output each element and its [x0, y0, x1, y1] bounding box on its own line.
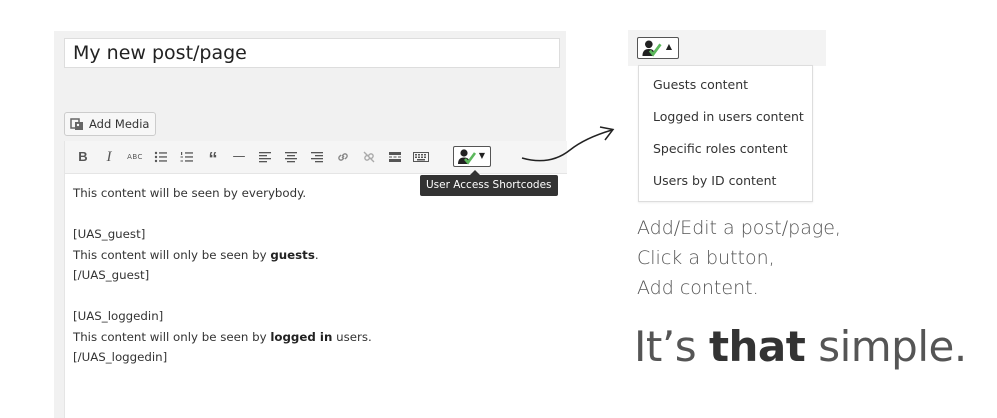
insert-link-button[interactable]	[335, 147, 351, 167]
numbered-list-button[interactable]	[179, 147, 195, 167]
chevron-down-icon: ▼	[478, 151, 485, 160]
post-title-input[interactable]: My new post/page	[64, 38, 560, 68]
content-line: [/UAS_loggedin]	[73, 350, 168, 364]
step-line: Add/Edit a post/page,	[637, 217, 841, 239]
bullet-list-button[interactable]	[153, 147, 169, 167]
numbered-list-icon	[180, 152, 193, 162]
tooltip: User Access Shortcodes	[420, 170, 558, 196]
curved-arrow-icon	[521, 126, 615, 162]
steps-text: Add/Edit a post/page, Click a button, Ad…	[637, 213, 841, 303]
add-media-button[interactable]: Add Media	[64, 112, 157, 136]
strikethrough-button[interactable]: ABC	[127, 147, 143, 167]
align-center-icon	[285, 152, 297, 163]
read-more-button[interactable]	[387, 147, 403, 167]
content-line: [UAS_guest]	[73, 227, 146, 241]
content-line: [/UAS_guest]	[73, 268, 150, 282]
step-line: Click a button,	[637, 247, 775, 269]
align-right-button[interactable]	[309, 147, 325, 167]
menu-item-users-by-id-content[interactable]: Users by ID content	[653, 173, 776, 188]
read-more-icon	[389, 152, 401, 162]
editor-toolbar: B I ABC “ — ▼	[65, 141, 567, 174]
horizontal-line-button[interactable]: —	[231, 147, 247, 167]
menu-item-guests-content[interactable]: Guests content	[653, 77, 748, 92]
toolbar-toggle-button[interactable]	[413, 147, 429, 167]
media-icon	[70, 117, 84, 131]
user-access-shortcodes-button[interactable]: ▼	[453, 146, 491, 167]
user-access-shortcodes-button[interactable]: ▲	[637, 37, 679, 59]
editor-content[interactable]: This content will be seen by everybody. …	[73, 183, 372, 368]
align-left-button[interactable]	[257, 147, 273, 167]
bullet-list-icon	[154, 151, 167, 163]
shortcodes-dropdown-menu: Guests content Logged in users content S…	[638, 65, 813, 202]
unlink-button[interactable]	[361, 147, 377, 167]
italic-button[interactable]: I	[101, 147, 117, 167]
step-line: Add content.	[637, 277, 759, 299]
align-right-icon	[311, 152, 323, 163]
content-line: [UAS_loggedin]	[73, 309, 164, 323]
unlink-icon	[363, 151, 375, 163]
post-editor: My new post/page Add Media B I ABC “ — ▼…	[54, 31, 567, 418]
menu-item-specific-roles-content[interactable]: Specific roles content	[653, 141, 788, 156]
user-check-icon	[458, 149, 477, 165]
user-check-icon	[642, 40, 662, 57]
content-line: This content will be seen by everybody.	[73, 186, 307, 200]
keyboard-icon	[413, 152, 429, 162]
link-icon	[338, 153, 348, 161]
chevron-up-icon: ▲	[665, 42, 672, 51]
editor-box: B I ABC “ — ▼ User Access Shortcodes Thi…	[64, 141, 567, 418]
menu-item-logged-in-content[interactable]: Logged in users content	[653, 109, 804, 124]
align-center-button[interactable]	[283, 147, 299, 167]
add-media-label: Add Media	[89, 117, 150, 131]
content-line: This content will only be seen by guests…	[73, 247, 319, 262]
toolbar-snippet: ▲	[628, 30, 826, 66]
align-left-icon	[259, 152, 271, 163]
tagline: It’s that simple.	[634, 322, 967, 371]
bold-button[interactable]: B	[75, 147, 91, 167]
blockquote-button[interactable]: “	[205, 147, 221, 169]
content-line: This content will only be seen by logged…	[73, 329, 372, 344]
